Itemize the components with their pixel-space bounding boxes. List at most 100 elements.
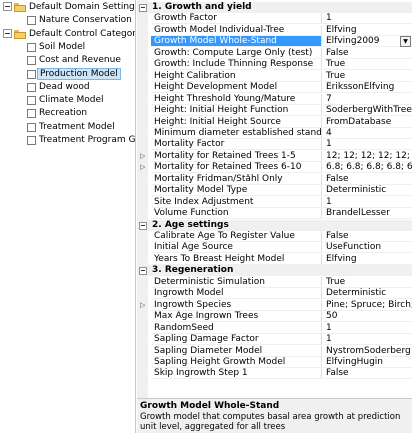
property-value[interactable]: BrandelLesser [323, 208, 412, 220]
property-row[interactable]: Height Calibration True [137, 70, 412, 82]
property-row[interactable]: Height Threshold Young/Mature 7 [137, 93, 412, 105]
property-row[interactable]: Growth: Include Thinning Response True [137, 59, 412, 71]
property-row[interactable]: Sapling Diameter Model NystromSoderberg [137, 345, 412, 357]
property-value[interactable]: 1 [323, 13, 412, 25]
property-name[interactable]: Growth Factor [151, 13, 322, 25]
property-row[interactable]: Volume Function BrandelLesser [137, 208, 412, 220]
collapse-toggle-icon[interactable] [139, 267, 147, 276]
property-row[interactable]: ▷ Mortality for Retained Trees 6-10 6.8; 6… [137, 162, 412, 174]
property-name[interactable]: Sapling Height Growth Model [151, 356, 322, 368]
property-value[interactable]: 4 [323, 128, 412, 139]
property-value[interactable]: 6.8; 6.8; 6.8; 6.8; 6.8; 6.8; 6.8; [323, 162, 412, 174]
property-name[interactable]: Height: Initial Height Source [151, 116, 322, 128]
category-1-growth-and-yield[interactable]: 1. Growth and yield [137, 2, 412, 13]
property-value[interactable]: False [323, 368, 412, 380]
property-value[interactable]: 1 [323, 334, 412, 346]
collapse-toggle-icon[interactable] [3, 2, 12, 11]
property-row[interactable]: Height: Initial Height Function Soderberg… [137, 105, 412, 117]
property-row[interactable]: Mortality Factor 1 [137, 139, 412, 151]
expand-arrow-icon[interactable]: ▷ [140, 300, 145, 311]
property-name[interactable]: Height Development Model [151, 82, 322, 94]
property-row[interactable]: Growth Factor 1 [137, 13, 412, 25]
property-row[interactable]: Years To Breast Height Model Elfving [137, 253, 412, 265]
property-row[interactable]: Mortality Model Type Deterministic [137, 185, 412, 197]
property-row[interactable]: Growth Model Individual-Tree Elfving [137, 24, 412, 36]
property-name[interactable]: Height Threshold Young/Mature [151, 93, 322, 105]
property-name[interactable]: Mortality Fridman/Ståhl Only [151, 173, 322, 185]
property-value[interactable]: UseFunction [323, 242, 412, 254]
property-name[interactable]: Mortality Factor [151, 139, 322, 151]
tree-item-default-domain-settings[interactable]: Default Domain Settings [0, 1, 135, 13]
property-value[interactable]: 50 [323, 311, 412, 323]
property-name[interactable]: Mortality for Retained Trees 1-5 [151, 150, 322, 162]
property-grid[interactable]: 1. Growth and yield Growth Factor 1 Growth … [137, 0, 412, 398]
tree-item-soil-model[interactable]: Soil Model [0, 41, 135, 53]
property-value[interactable]: Pine; Spruce; Birch; Oak; Be [323, 300, 412, 311]
property-name[interactable]: Sapling Diameter Model [151, 345, 322, 357]
property-row[interactable]: Height: Initial Height Source FromDatabas… [137, 116, 412, 128]
tree-item-climate-model[interactable]: Climate Model [0, 94, 135, 106]
tree-item-cost-and-revenue[interactable]: Cost and Revenue [0, 54, 135, 66]
settings-tree[interactable]: Default Domain Settings Nature Conservati… [0, 0, 136, 433]
property-row[interactable]: Growth: Compute Large Only (test) False [137, 47, 412, 59]
property-value[interactable]: 7 [323, 94, 412, 105]
property-row[interactable]: Calibrate Age To Register Value False [137, 231, 412, 242]
property-value[interactable]: ErikssonElfving [323, 82, 412, 94]
expand-arrow-icon[interactable]: ▷ [140, 151, 145, 162]
property-name[interactable]: Initial Age Source [151, 242, 322, 254]
dropdown-arrow-icon[interactable]: ▼ [400, 36, 411, 48]
property-name[interactable]: Sapling Damage Factor [151, 334, 322, 346]
property-value[interactable]: True [323, 59, 412, 71]
property-value[interactable]: Elfving [323, 25, 412, 36]
property-name[interactable]: Years To Breast Height Model [151, 253, 322, 265]
property-row[interactable]: RandomSeed 1 [137, 322, 412, 334]
collapse-toggle-icon[interactable] [3, 28, 12, 38]
property-row[interactable]: Sapling Damage Factor 1 [137, 334, 412, 346]
property-name[interactable]: Site Index Adjustment [151, 196, 322, 208]
property-row[interactable]: Height Development Model ErikssonElfving [137, 82, 412, 94]
property-row[interactable]: Growth Model Whole-Stand Elfving2009 ▼ [137, 36, 412, 48]
property-value[interactable]: 1 [323, 323, 412, 334]
property-name[interactable]: Mortality for Retained Trees 6-10 [151, 162, 322, 174]
property-row[interactable]: Ingrowth Model Deterministic [137, 288, 412, 300]
property-value[interactable]: Elfving2009 [323, 36, 412, 48]
property-row[interactable]: Deterministic Simulation True [137, 276, 412, 288]
tree-item-production-model[interactable]: Production Model [0, 67, 135, 80]
property-value[interactable]: Deterministic [323, 288, 412, 300]
tree-item-recreation[interactable]: Recreation [0, 107, 135, 119]
property-row[interactable]: ▷ Mortality for Retained Trees 1-5 12; 12;… [137, 150, 412, 162]
property-value[interactable]: 12; 12; 12; 12; 12; 12; 12; [323, 151, 412, 162]
tree-item-default-control-category[interactable]: Default Control Category [0, 28, 135, 40]
category-3-regeneration[interactable]: 3. Regeneration [137, 265, 412, 277]
property-value[interactable]: NystromSoderberg [323, 346, 412, 357]
property-name[interactable]: Volume Function [151, 208, 322, 220]
property-name[interactable]: Growth Model Individual-Tree [151, 24, 322, 36]
property-row[interactable]: Site Index Adjustment 1 [137, 196, 412, 208]
property-value[interactable]: False [323, 174, 412, 185]
property-name[interactable]: Calibrate Age To Register Value [151, 231, 322, 242]
collapse-toggle-icon[interactable] [139, 221, 147, 230]
property-row[interactable]: Max Age Ingrown Trees 50 [137, 311, 412, 323]
property-row[interactable]: Minimum diameter established stand 4 [137, 127, 412, 139]
property-value[interactable]: 1 [323, 139, 412, 151]
property-row[interactable]: Skip Ingrowth Step 1 False [137, 368, 412, 380]
property-value[interactable]: Elfving [323, 254, 412, 265]
property-name[interactable]: Deterministic Simulation [151, 276, 322, 288]
tree-item-dead-wood[interactable]: Dead wood [0, 81, 135, 93]
property-row[interactable]: Mortality Fridman/Ståhl Only False [137, 173, 412, 185]
property-row[interactable]: ▷ Ingrowth SpeciesPine; Spruce; Birch; Oa… [137, 299, 412, 311]
property-value[interactable]: Deterministic [323, 185, 412, 197]
property-value[interactable]: SoderbergWithTreeAge [323, 105, 412, 117]
property-name[interactable]: Mortality Model Type [151, 185, 322, 197]
property-row[interactable]: Sapling Height Growth Model ElfvingHugin [137, 356, 412, 368]
category-2-age-settings[interactable]: 2. Age settings [137, 219, 412, 231]
property-value[interactable]: True [323, 71, 412, 82]
property-value[interactable]: True [323, 277, 412, 288]
property-name[interactable]: Skip Ingrowth Step 1 [151, 368, 322, 380]
property-name[interactable]: Growth Model Whole-Stand [151, 36, 322, 48]
property-name[interactable]: Growth: Compute Large Only (test) [151, 47, 322, 59]
property-value[interactable]: False [323, 48, 412, 59]
property-value[interactable]: FromDatabase [323, 117, 412, 128]
tree-item-treatment-program-generator[interactable]: Treatment Program Generator [0, 134, 135, 146]
property-name[interactable]: RandomSeed [151, 322, 322, 334]
